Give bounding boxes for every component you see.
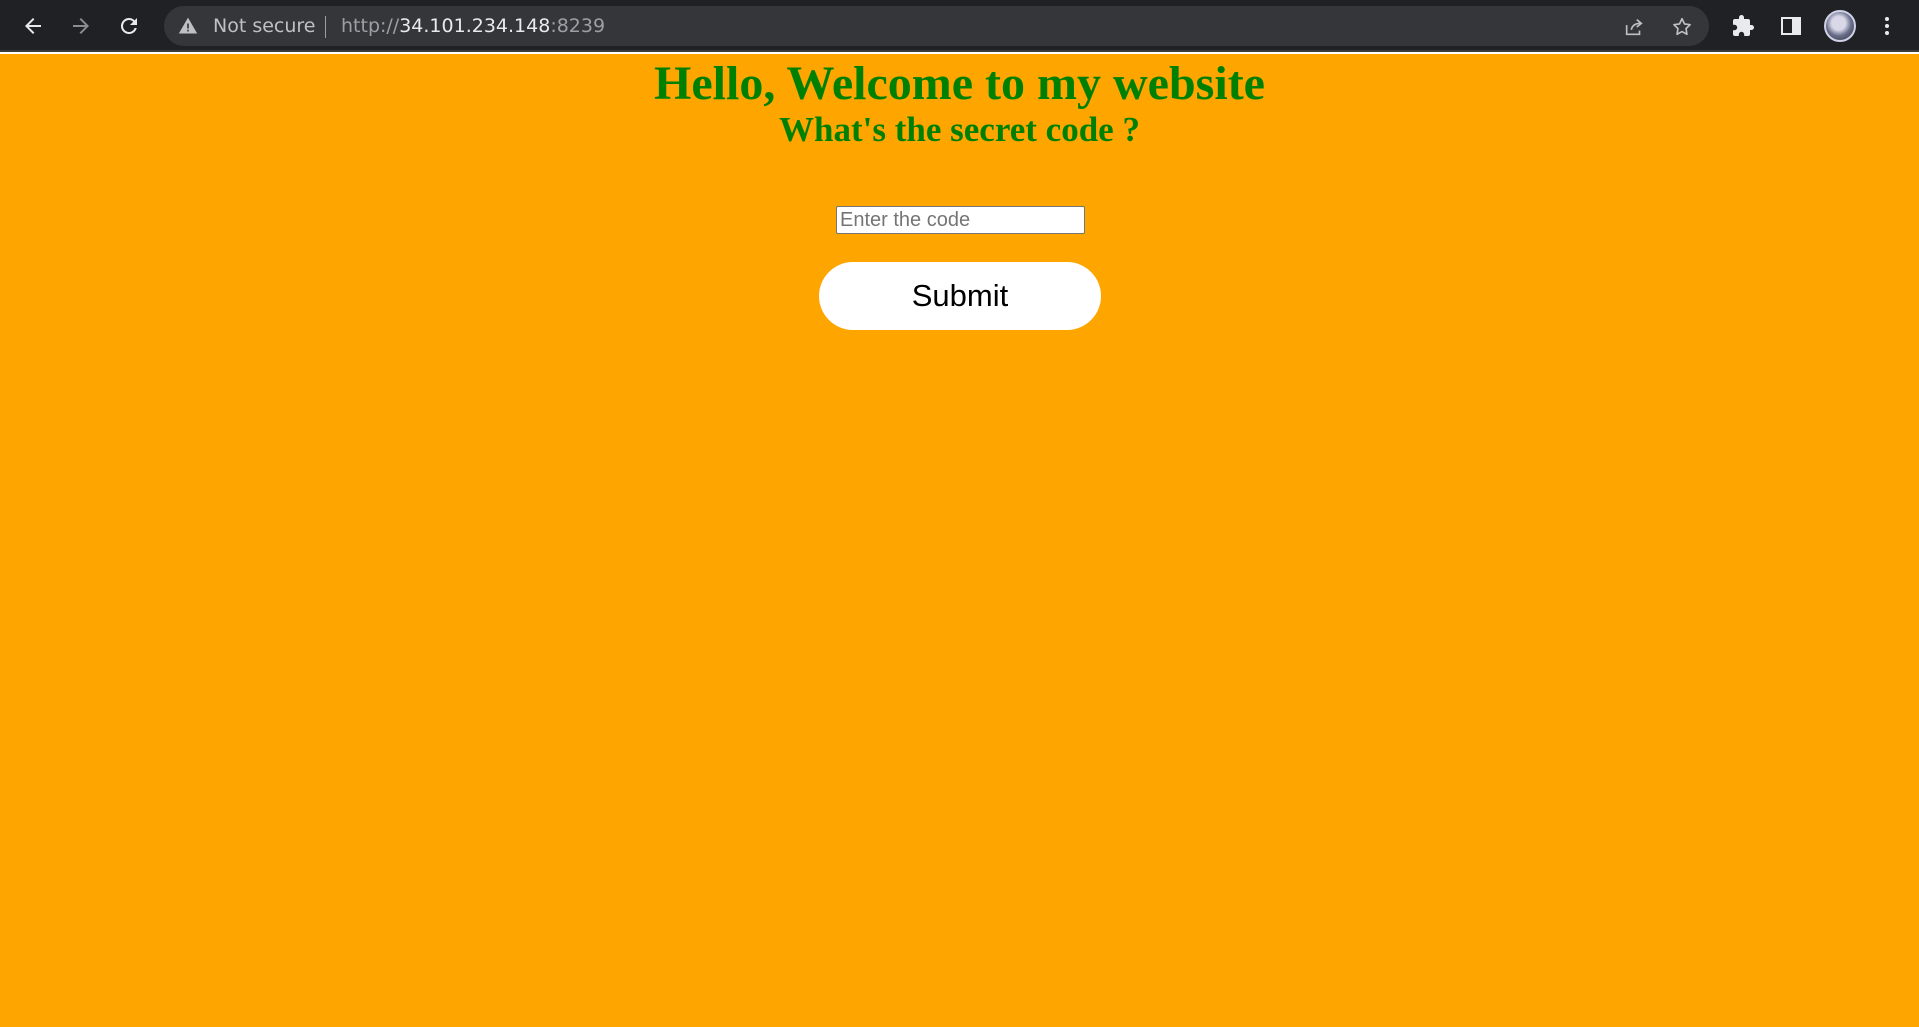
page-subtitle: What's the secret code ? — [779, 110, 1140, 149]
url-scheme: http:// — [341, 15, 400, 37]
page-content: Hello, Welcome to my website What's the … — [0, 54, 1919, 1027]
share-icon — [1625, 19, 1643, 36]
reload-icon — [120, 17, 137, 34]
bookmark-button[interactable] — [1669, 14, 1695, 40]
puzzle-icon — [1733, 15, 1754, 36]
side-panel-button[interactable] — [1775, 10, 1807, 42]
url-text[interactable]: http://34.101.234.148:8239 — [341, 15, 605, 37]
browser-menu-button[interactable] — [1871, 10, 1903, 42]
browser-toolbar: Not secure http://34.101.234.148:8239 — [0, 0, 1919, 52]
url-host: 34.101.234.148 — [399, 15, 551, 37]
forward-button[interactable] — [65, 10, 97, 42]
side-panel-icon — [1781, 17, 1801, 35]
back-arrow-icon — [25, 18, 41, 34]
warning-icon — [178, 17, 198, 34]
submit-button[interactable]: Submit — [819, 262, 1101, 330]
secret-code-input[interactable] — [836, 206, 1085, 234]
kebab-menu-icon — [1885, 17, 1889, 35]
star-icon — [1673, 17, 1691, 36]
url-port: :8239 — [550, 15, 606, 37]
share-button[interactable] — [1621, 14, 1647, 40]
forward-arrow-icon — [73, 18, 89, 34]
extensions-button[interactable] — [1727, 10, 1759, 42]
address-divider — [325, 16, 326, 38]
reload-button[interactable] — [113, 10, 145, 42]
profile-avatar[interactable] — [1824, 10, 1856, 42]
security-status-label[interactable]: Not secure — [213, 15, 316, 37]
address-bar[interactable]: Not secure http://34.101.234.148:8239 — [164, 6, 1709, 46]
back-button[interactable] — [17, 10, 49, 42]
page-title: Hello, Welcome to my website — [654, 57, 1265, 110]
